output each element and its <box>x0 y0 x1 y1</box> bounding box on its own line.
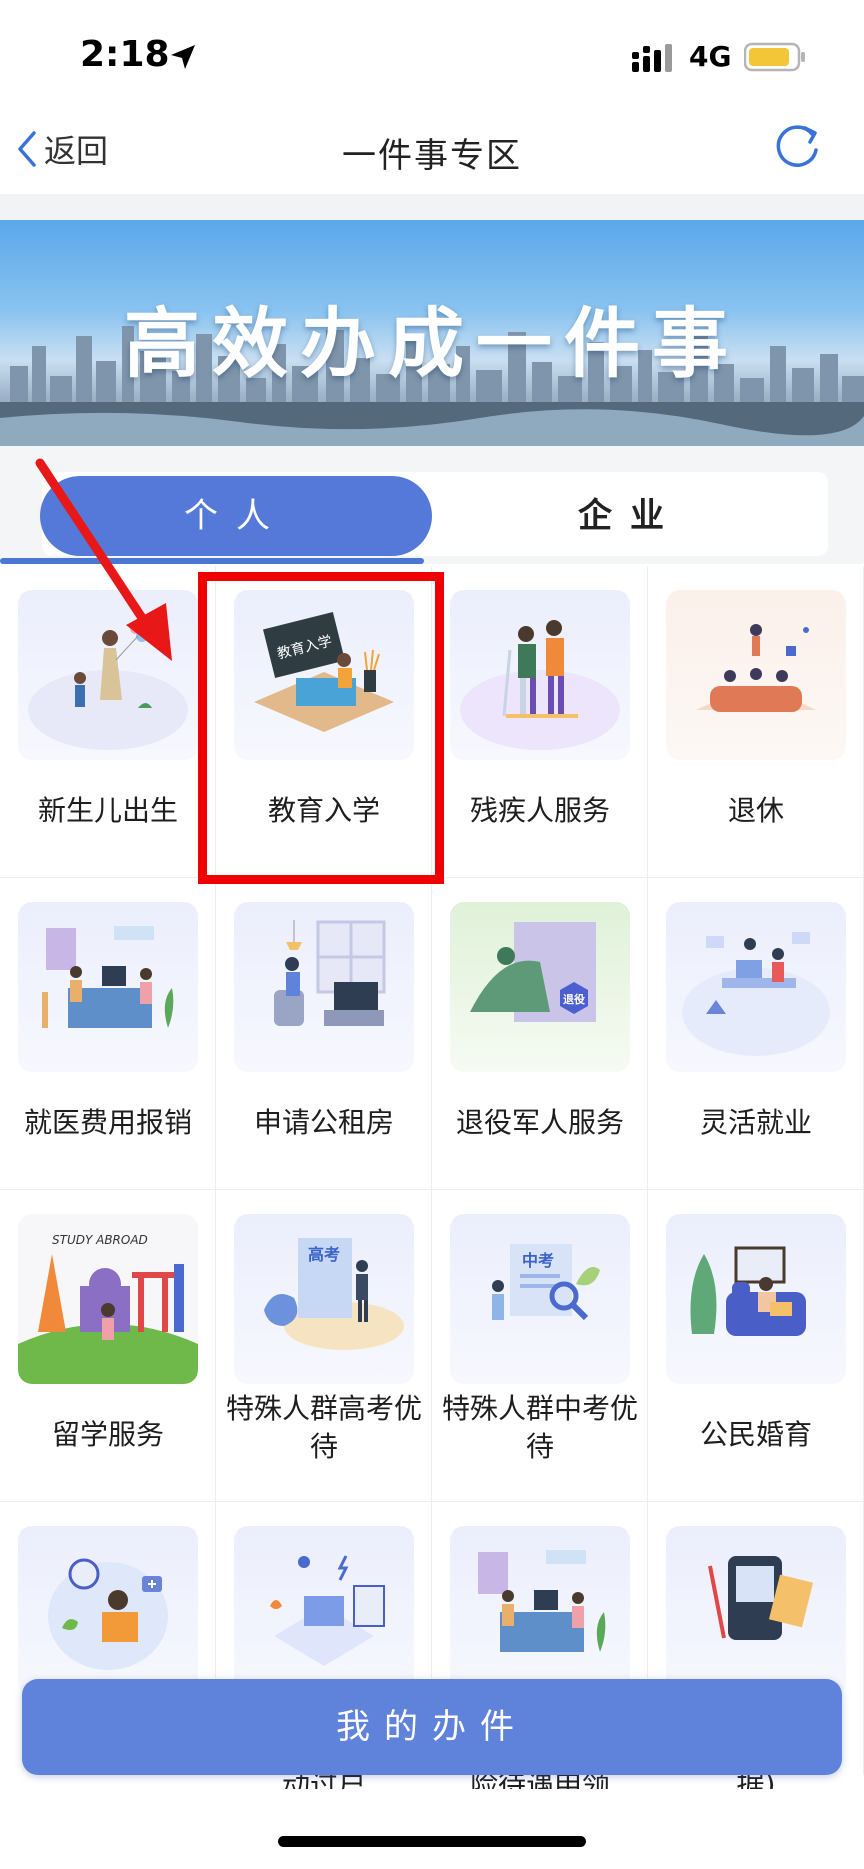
section-divider <box>0 194 864 220</box>
service-label: 特殊人群高考优待 <box>225 1392 422 1463</box>
home-indicator <box>278 1836 586 1847</box>
svg-text:高考: 高考 <box>308 1245 340 1264</box>
office-service-icon <box>478 1550 606 1652</box>
service-label: 申请公租房 <box>253 1106 394 1139</box>
marriage-childbirth-icon <box>690 1246 806 1336</box>
network-type: 4G <box>689 40 732 73</box>
arrow-annotation-icon <box>35 458 172 661</box>
public-housing-icon <box>274 920 386 1026</box>
online-service-icon <box>270 1555 385 1666</box>
cut-label: 险待遇申领 <box>432 1775 648 1789</box>
service-label: 就医费用报销 <box>23 1106 192 1139</box>
service-label: 公民婚育 <box>699 1418 812 1451</box>
tab-enterprise[interactable]: 企业 <box>432 476 828 556</box>
telehealth-icon <box>48 1558 168 1670</box>
svg-text:STUDY ABROAD: STUDY ABROAD <box>52 1233 148 1247</box>
banner: 高效办成一件事 <box>0 220 864 446</box>
highlight-box <box>198 572 444 884</box>
service-item-study-abroad[interactable]: STUDY ABROAD 留学服务 <box>0 1190 216 1502</box>
disability-service-icon <box>460 620 620 750</box>
cut-label: 动过户 <box>216 1775 432 1789</box>
service-label: 灵活就业 <box>699 1106 812 1139</box>
veteran-service-icon: 退役 <box>470 922 596 1022</box>
page-title: 一件事专区 <box>342 136 522 176</box>
zhongkao-icon: 中考 <box>492 1244 600 1321</box>
svg-text:退役: 退役 <box>563 992 585 1006</box>
my-applications-button[interactable]: 我的办件 <box>22 1679 842 1775</box>
gaokao-icon: 高考 <box>264 1238 404 1350</box>
service-label: 特殊人群中考优待 <box>441 1392 638 1463</box>
study-abroad-icon: STUDY ABROAD <box>18 1233 198 1384</box>
service-label: 退休 <box>727 794 784 827</box>
nav-bar: 返回 一件事专区 <box>0 110 864 194</box>
flexible-employment-icon <box>682 932 830 1056</box>
service-item-medical-reimbursement[interactable]: 就医费用报销 <box>0 878 216 1190</box>
cut-off-row: 动过户 险待遇申领 据) <box>0 1775 864 1869</box>
location-arrow-icon <box>171 45 195 69</box>
status-bar: 2:18 4G <box>0 0 864 110</box>
service-item-veteran[interactable]: 退役 退役军人服务 <box>432 878 648 1190</box>
status-time: 2:18 <box>80 34 170 75</box>
battery-icon <box>744 42 805 72</box>
service-item-disability[interactable]: 残疾人服务 <box>432 566 648 878</box>
banner-headline: 高效办成一件事 <box>124 299 740 388</box>
service-item-marriage[interactable]: 公民婚育 <box>648 1190 864 1502</box>
retirement-icon <box>696 624 816 712</box>
svg-text:中考: 中考 <box>522 1251 554 1270</box>
service-label: 残疾人服务 <box>469 794 610 827</box>
service-label: 留学服务 <box>51 1418 164 1451</box>
service-label: 退役军人服务 <box>455 1106 624 1139</box>
medical-record-icon <box>708 1556 814 1640</box>
service-label: 新生儿出生 <box>37 794 178 827</box>
service-item-gaokao[interactable]: 高考 特殊人群高考优待 <box>216 1190 432 1502</box>
cut-label: 据) <box>648 1775 864 1789</box>
signal-icon <box>632 44 672 72</box>
service-item-flexible-employment[interactable]: 灵活就业 <box>648 878 864 1190</box>
cut-label <box>0 1775 216 1789</box>
refresh-icon[interactable] <box>772 120 824 172</box>
service-item-retirement[interactable]: 退休 <box>648 566 864 878</box>
medical-reimbursement-icon <box>42 926 174 1028</box>
service-item-public-housing[interactable]: 申请公租房 <box>216 878 432 1190</box>
service-item-zhongkao[interactable]: 中考 特殊人群中考优待 <box>432 1190 648 1502</box>
